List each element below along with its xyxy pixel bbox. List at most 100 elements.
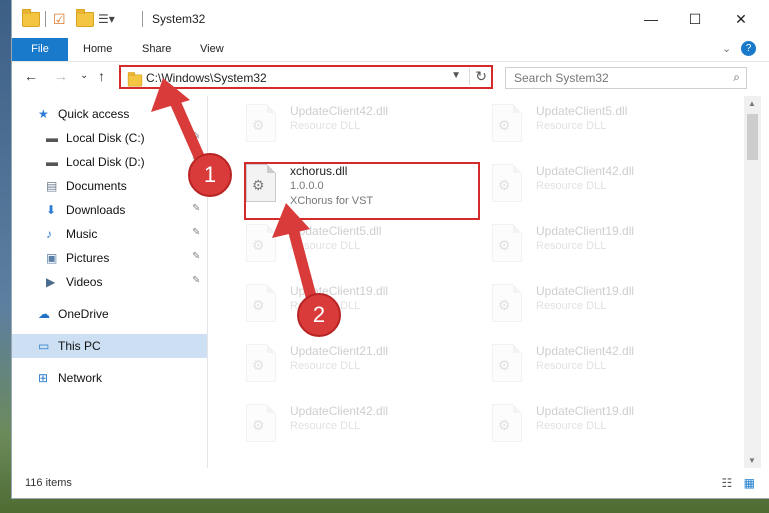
file-item[interactable]: ⚙ UpdateClient21.dll Resource DLL bbox=[238, 338, 468, 392]
tab-view[interactable]: View bbox=[200, 38, 224, 61]
file-name: xchorus.dll bbox=[290, 164, 348, 178]
sidebar-item-label: Documents bbox=[66, 179, 127, 193]
gear-icon: ⚙ bbox=[498, 297, 511, 313]
sidebar-item-label: Network bbox=[58, 371, 103, 385]
file-item[interactable]: ⚙ UpdateClient19.dll Resource DLL bbox=[484, 278, 714, 332]
sidebar-item-pictures[interactable]: ▣ Pictures ✎ bbox=[12, 246, 207, 270]
file-type: Resource DLL bbox=[536, 420, 607, 432]
properties-icon[interactable]: ☑ bbox=[53, 10, 66, 28]
sidebar-item-label: Pictures bbox=[66, 251, 110, 265]
gear-icon: ⚙ bbox=[252, 117, 265, 133]
file-item[interactable]: ⚙ UpdateClient5.dll Resource DLL bbox=[238, 218, 468, 272]
file-item[interactable]: ⚙ UpdateClient42.dll Resource DLL bbox=[484, 338, 714, 392]
forward-icon[interactable]: → bbox=[54, 68, 68, 84]
file-item-highlighted[interactable]: ⚙ xchorus.dll 1.0.0.0 XChorus for VST bbox=[238, 158, 468, 212]
sidebar-item-music[interactable]: ♪ Music ✎ bbox=[12, 222, 207, 246]
minimize-button[interactable]: — bbox=[628, 0, 674, 38]
sidebar-item-downloads[interactable]: ⬇ Downloads ✎ bbox=[12, 198, 207, 222]
item-count: 116 items bbox=[25, 477, 72, 489]
up-icon[interactable]: ↑ bbox=[98, 68, 105, 84]
drive-icon: ▬ bbox=[46, 131, 58, 145]
search-placeholder: Search System32 bbox=[514, 71, 609, 85]
new-folder-icon[interactable] bbox=[76, 8, 94, 28]
scroll-down-icon[interactable]: ▼ bbox=[748, 456, 756, 465]
documents-icon: ▤ bbox=[46, 179, 58, 193]
file-list: ⚙ UpdateClient42.dll Resource DLL ⚙ xchorus.… bbox=[208, 96, 744, 468]
file-item[interactable]: ⚙ UpdateClient42.dll Resource DLL bbox=[238, 98, 468, 152]
file-type: Resource DLL bbox=[536, 300, 607, 312]
large-icons-view-icon[interactable]: ▦ bbox=[744, 476, 755, 490]
sidebar-item-local-disk-d[interactable]: ▬Local Disk (D:)✎ bbox=[12, 150, 207, 174]
sidebar-item-label: Quick access bbox=[58, 107, 130, 121]
divider bbox=[142, 11, 143, 27]
gear-icon: ⚙ bbox=[498, 417, 511, 433]
file-name: UpdateClient42.dll bbox=[536, 344, 635, 358]
step-badge-1: 1 bbox=[188, 153, 232, 197]
pin-icon[interactable]: ✎ bbox=[192, 203, 200, 214]
sidebar-item-label: OneDrive bbox=[58, 307, 109, 321]
scroll-thumb[interactable] bbox=[747, 114, 758, 160]
pin-icon[interactable]: ✎ bbox=[192, 131, 200, 142]
sidebar-item-onedrive[interactable]: ☁ OneDrive bbox=[12, 302, 207, 326]
pin-icon[interactable]: ✎ bbox=[192, 275, 200, 286]
back-icon[interactable]: ← bbox=[24, 68, 38, 84]
close-button[interactable]: ✕ bbox=[718, 0, 764, 38]
tab-home[interactable]: Home bbox=[83, 38, 112, 61]
file-type: Resource DLL bbox=[290, 360, 361, 372]
file-item[interactable]: ⚙UpdateClient19.dllResource DLL bbox=[238, 278, 468, 332]
address-dropdown-icon[interactable]: ▼ bbox=[451, 70, 461, 81]
file-type: Resource DLL bbox=[290, 120, 361, 132]
pictures-icon: ▣ bbox=[46, 251, 58, 265]
tab-share[interactable]: Share bbox=[142, 38, 171, 61]
sidebar-item-label: This PC bbox=[58, 339, 101, 353]
folder-icon bbox=[22, 8, 40, 27]
computer-icon: ▭ bbox=[38, 339, 50, 353]
file-item[interactable]: ⚙UpdateClient19.dllResource DLL bbox=[484, 398, 714, 452]
file-name: UpdateClient19.dll bbox=[290, 284, 389, 298]
drive-icon: ▬ bbox=[46, 155, 58, 169]
title-bar: ☑ ☰▾ System32 — ☐ ✕ bbox=[12, 0, 769, 38]
sidebar-item-documents[interactable]: ▤Documents✎ bbox=[12, 174, 207, 198]
tab-file[interactable]: File bbox=[12, 38, 68, 61]
sidebar-item-videos[interactable]: ▶ Videos ✎ bbox=[12, 270, 207, 294]
star-icon: ★ bbox=[38, 107, 49, 121]
file-item[interactable]: ⚙ UpdateClient42.dll Resource DLL bbox=[484, 158, 714, 212]
recent-locations-icon[interactable]: ⌄ bbox=[80, 70, 88, 81]
view-toggle: ☷ ▦ bbox=[722, 476, 755, 490]
explorer-window: ☑ ☰▾ System32 — ☐ ✕ File Home Share View… bbox=[12, 0, 769, 498]
file-name: UpdateClient19.dll bbox=[536, 284, 635, 298]
window-title: System32 bbox=[152, 12, 206, 26]
sidebar-item-this-pc[interactable]: ▭ This PC bbox=[12, 334, 207, 358]
file-item[interactable]: ⚙ UpdateClient5.dll Resource DLL bbox=[484, 98, 714, 152]
address-bar[interactable]: C:\Windows\System32 ▼ ↻ bbox=[119, 65, 493, 89]
help-icon[interactable]: ? bbox=[741, 41, 756, 56]
gear-icon: ⚙ bbox=[252, 297, 265, 313]
file-name: UpdateClient19.dll bbox=[536, 224, 635, 238]
gear-icon: ⚙ bbox=[252, 357, 265, 373]
sidebar-item-quick-access[interactable]: ★ Quick access bbox=[12, 102, 207, 126]
refresh-icon[interactable]: ↻ bbox=[469, 68, 487, 85]
sidebar-item-local-disk-c[interactable]: ▬ Local Disk (C:) ✎ bbox=[12, 126, 207, 150]
scroll-up-icon[interactable]: ▲ bbox=[748, 99, 756, 108]
pin-icon[interactable]: ✎ bbox=[192, 251, 200, 262]
details-view-icon[interactable]: ☷ bbox=[722, 476, 733, 490]
divider bbox=[45, 11, 46, 27]
customize-toolbar-icon[interactable]: ☰▾ bbox=[98, 10, 115, 28]
sidebar-item-label: Local Disk (D:) bbox=[66, 155, 145, 169]
vertical-scrollbar[interactable]: ▲ ▼ bbox=[744, 96, 761, 468]
ribbon-collapse-icon[interactable]: ⌄ bbox=[722, 38, 731, 61]
file-version: 1.0.0.0 bbox=[290, 180, 324, 192]
pin-icon[interactable]: ✎ bbox=[192, 227, 200, 238]
address-path: C:\Windows\System32 bbox=[146, 71, 267, 85]
maximize-button[interactable]: ☐ bbox=[672, 0, 718, 38]
search-input[interactable]: Search System32 ⌕ bbox=[505, 67, 747, 89]
gear-icon: ⚙ bbox=[498, 237, 511, 253]
file-item[interactable]: ⚙ UpdateClient42.dll Resource DLL bbox=[238, 398, 468, 452]
sidebar-item-network[interactable]: ⊞ Network bbox=[12, 366, 207, 390]
file-name: UpdateClient42.dll bbox=[290, 104, 389, 118]
gear-icon: ⚙ bbox=[498, 177, 511, 193]
gear-icon: ⚙ bbox=[252, 177, 265, 193]
gear-icon: ⚙ bbox=[498, 117, 511, 133]
file-item[interactable]: ⚙UpdateClient19.dllResource DLL bbox=[484, 218, 714, 272]
sidebar-item-label: Videos bbox=[66, 275, 103, 289]
